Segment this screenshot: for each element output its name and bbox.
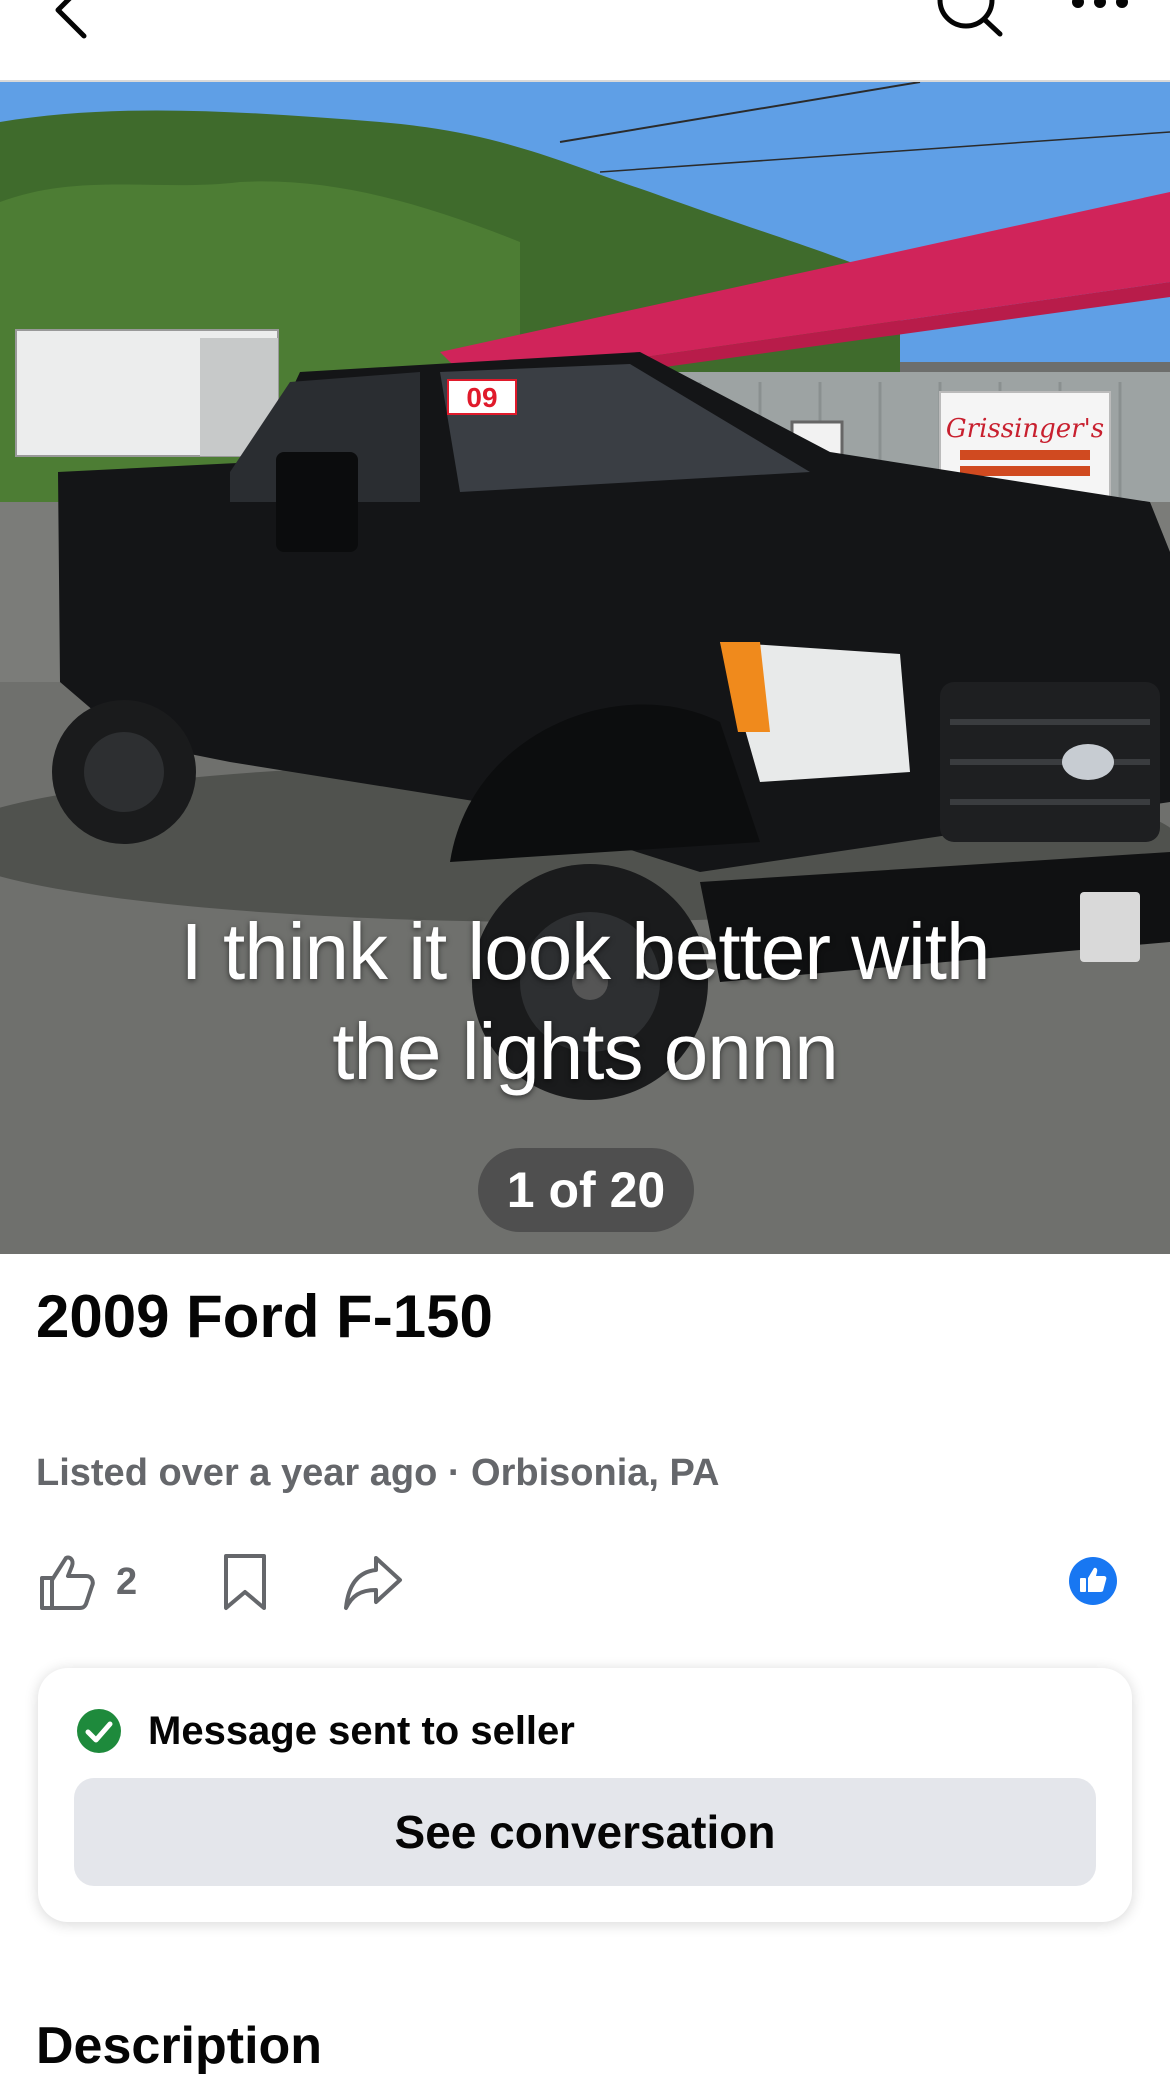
description-heading: Description — [36, 2017, 323, 2075]
reaction-indicator[interactable] — [1068, 1556, 1118, 1606]
listing-photo[interactable]: Grissinger's 09 I think it look better w… — [0, 82, 1170, 1254]
chevron-left-icon — [55, 0, 87, 39]
message-status-card: Message sent to seller See conversation — [38, 1668, 1132, 1922]
see-conversation-button[interactable]: See conversation — [74, 1778, 1096, 1886]
share-button[interactable] — [342, 1552, 404, 1612]
facebook-like-icon — [1069, 1557, 1117, 1605]
more-horizontal-icon — [1072, 0, 1128, 8]
photo-counter: 1 of 20 — [478, 1148, 694, 1232]
like-count: 2 — [116, 1560, 138, 1603]
more-options-button[interactable] — [1066, 0, 1136, 20]
action-bar: 2 — [36, 1552, 1136, 1612]
like-button[interactable]: 2 — [36, 1552, 137, 1612]
thumbs-up-icon — [40, 1555, 95, 1610]
listing-meta: Listed over a year ago · Orbisonia, PA — [36, 1452, 720, 1494]
photo-caption: I think it look better with the lights o… — [180, 907, 991, 1096]
save-button[interactable] — [220, 1552, 270, 1612]
top-nav-bar — [0, 0, 1170, 82]
share-icon — [344, 1556, 402, 1610]
svg-text:Grissinger's: Grissinger's — [946, 414, 1104, 444]
message-status-text: Message sent to seller — [148, 1708, 575, 1753]
bookmark-icon — [224, 1554, 266, 1610]
message-status: Message sent to seller — [76, 1708, 575, 1754]
listing-title: 2009 Ford F-150 — [36, 1283, 493, 1350]
svg-text:09: 09 — [466, 382, 497, 413]
check-circle-icon — [77, 1709, 121, 1753]
search-icon — [937, 0, 1003, 37]
search-button[interactable] — [930, 0, 1010, 40]
back-button[interactable] — [44, 0, 104, 40]
